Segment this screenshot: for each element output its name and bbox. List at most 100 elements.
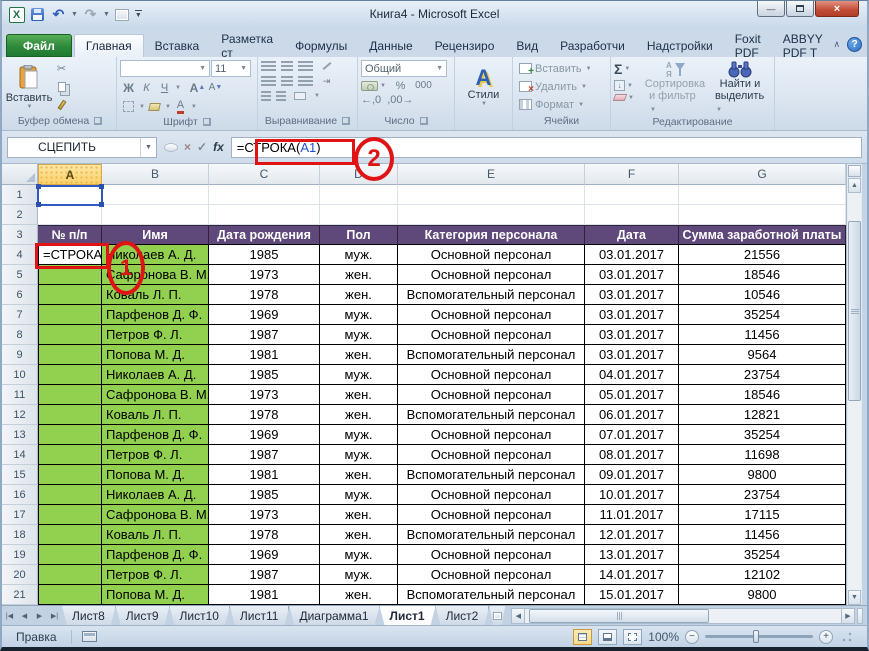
row-header-6[interactable]: 6 <box>2 285 38 305</box>
cell-A16[interactable] <box>38 485 102 505</box>
row-header-2[interactable]: 2 <box>2 205 38 225</box>
cell-E6[interactable]: Вспомогательный персонал <box>398 285 585 305</box>
cell-G21[interactable]: 9800 <box>679 585 846 605</box>
font-dialog-launcher-icon[interactable] <box>203 118 211 126</box>
cell-C12[interactable]: 1978 <box>209 405 320 425</box>
sort-filter-button[interactable]: А Я Сортировка и фильтр ▼ <box>643 60 707 116</box>
save-icon[interactable] <box>29 6 46 23</box>
select-all-corner[interactable] <box>2 164 38 185</box>
cell-E5[interactable]: Основной персонал <box>398 265 585 285</box>
indent-icon[interactable]: ⇥ <box>318 75 335 87</box>
sheet-tab[interactable]: Лист11 <box>230 606 290 625</box>
cell-B7[interactable]: Парфенов Д. Ф. <box>102 305 209 325</box>
cell-F21[interactable]: 15.01.2017 <box>585 585 679 605</box>
increase-decimal-icon[interactable]: ←,0 <box>361 94 381 106</box>
cell-G7[interactable]: 35254 <box>679 305 846 325</box>
vertical-scrollbar[interactable]: ▲ ▼ <box>846 164 862 605</box>
cell-G14[interactable]: 11698 <box>679 445 846 465</box>
cell-F8[interactable]: 03.01.2017 <box>585 325 679 345</box>
undo-icon[interactable]: ↶ <box>50 6 67 23</box>
cell-C8[interactable]: 1987 <box>209 325 320 345</box>
vertical-scroll-track[interactable] <box>848 193 861 590</box>
cell-E3[interactable]: Категория персонала <box>398 225 585 245</box>
cell-G8[interactable]: 11456 <box>679 325 846 345</box>
cell-F18[interactable]: 12.01.2017 <box>585 525 679 545</box>
cell-G20[interactable]: 12102 <box>679 565 846 585</box>
cell-D14[interactable]: муж. <box>320 445 398 465</box>
horizontal-scroll-thumb[interactable] <box>529 609 709 623</box>
number-dialog-launcher-icon[interactable] <box>420 117 428 125</box>
cell-A3[interactable]: № п/п <box>38 225 102 245</box>
undo-dropdown-icon[interactable]: ▼ <box>71 11 78 18</box>
qat-customize-icon[interactable]: ▼ <box>135 10 142 19</box>
cell-E4[interactable]: Основной персонал <box>398 245 585 265</box>
cell-A10[interactable] <box>38 365 102 385</box>
cell-C13[interactable]: 1969 <box>209 425 320 445</box>
redo-icon[interactable]: ↷ <box>82 6 99 23</box>
cell-F2[interactable] <box>585 205 679 225</box>
cell-D18[interactable]: жен. <box>320 525 398 545</box>
ribbon-tab[interactable]: Данные <box>358 34 423 57</box>
cell-C21[interactable]: 1981 <box>209 585 320 605</box>
scrollbar-split-handle[interactable] <box>848 165 861 177</box>
cell-D6[interactable]: жен. <box>320 285 398 305</box>
cell-D10[interactable]: муж. <box>320 365 398 385</box>
cancel-entry-icon[interactable]: × <box>184 140 191 154</box>
zoom-slider[interactable] <box>705 635 813 638</box>
copy-icon[interactable] <box>53 78 70 95</box>
cell-E18[interactable]: Вспомогательный персонал <box>398 525 585 545</box>
help-icon[interactable]: ? <box>847 37 862 52</box>
cell-C2[interactable] <box>209 205 320 225</box>
cell-A8[interactable] <box>38 325 102 345</box>
scroll-left-icon[interactable]: ◀ <box>511 608 525 624</box>
cell-E2[interactable] <box>398 205 585 225</box>
cell-C10[interactable]: 1985 <box>209 365 320 385</box>
cell-C6[interactable]: 1978 <box>209 285 320 305</box>
file-tab[interactable]: Файл <box>6 34 72 57</box>
scroll-up-icon[interactable]: ▲ <box>848 178 861 193</box>
cell-F13[interactable]: 07.01.2017 <box>585 425 679 445</box>
cell-E17[interactable]: Основной персонал <box>398 505 585 525</box>
cell-G18[interactable]: 11456 <box>679 525 846 545</box>
sheet-tab[interactable]: Лист1 <box>380 606 436 625</box>
row-header-5[interactable]: 5 <box>2 265 38 285</box>
cell-B1[interactable] <box>102 185 209 205</box>
scroll-right-icon[interactable]: ▶ <box>841 608 855 624</box>
vertical-scroll-thumb[interactable] <box>848 221 861 401</box>
name-box-dropdown-icon[interactable]: ▼ <box>140 138 156 157</box>
cell-G10[interactable]: 23754 <box>679 365 846 385</box>
cell-E16[interactable]: Основной персонал <box>398 485 585 505</box>
cell-C11[interactable]: 1973 <box>209 385 320 405</box>
ribbon-tab[interactable]: Рецензиро <box>424 34 506 57</box>
find-select-button[interactable]: Найти и выделить ▼ <box>709 60 771 116</box>
cell-C18[interactable]: 1978 <box>209 525 320 545</box>
row-header-4[interactable]: 4 <box>2 245 38 265</box>
cell-D5[interactable]: жен. <box>320 265 398 285</box>
cell-A15[interactable] <box>38 465 102 485</box>
font-name-combo[interactable]: ▼ <box>120 60 210 77</box>
cell-E11[interactable]: Основной персонал <box>398 385 585 405</box>
row-header-7[interactable]: 7 <box>2 305 38 325</box>
cell-B8[interactable]: Петров Ф. Л. <box>102 325 209 345</box>
cell-B17[interactable]: Сафронова В. М. <box>102 505 209 525</box>
percent-icon[interactable]: % <box>392 79 409 92</box>
bold-button[interactable]: Ж <box>120 79 137 96</box>
sheet-tab[interactable]: Лист9 <box>116 606 170 625</box>
ribbon-tab[interactable]: ABBYY PDF T <box>772 34 834 57</box>
cell-D11[interactable]: жен. <box>320 385 398 405</box>
ribbon-tab[interactable]: Надстройки <box>636 34 724 57</box>
cell-E20[interactable]: Основной персонал <box>398 565 585 585</box>
cell-D7[interactable]: муж. <box>320 305 398 325</box>
cell-G4[interactable]: 21556 <box>679 245 846 265</box>
row-header-15[interactable]: 15 <box>2 465 38 485</box>
cell-A6[interactable] <box>38 285 102 305</box>
cell-A12[interactable] <box>38 405 102 425</box>
row-header-8[interactable]: 8 <box>2 325 38 345</box>
cell-G5[interactable]: 18546 <box>679 265 846 285</box>
cell-G19[interactable]: 35254 <box>679 545 846 565</box>
cell-D15[interactable]: жен. <box>320 465 398 485</box>
borders-icon[interactable] <box>120 98 137 115</box>
cell-B20[interactable]: Петров Ф. Л. <box>102 565 209 585</box>
page-layout-view-icon[interactable] <box>598 629 617 645</box>
cell-F16[interactable]: 10.01.2017 <box>585 485 679 505</box>
